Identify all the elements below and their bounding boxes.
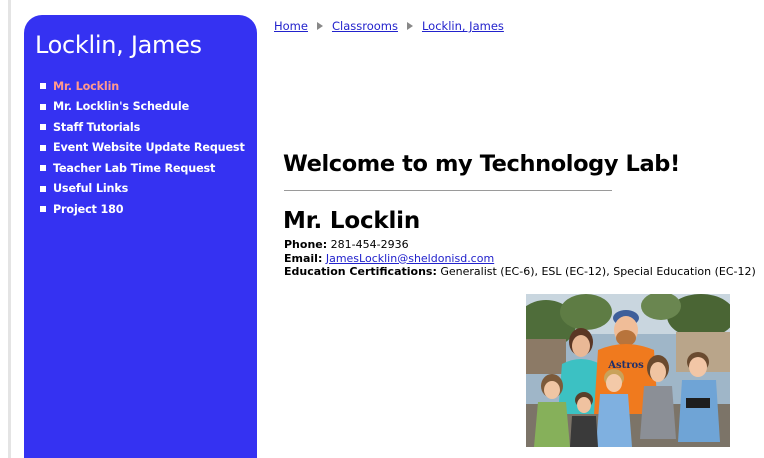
family-photo: Astros [526, 294, 730, 447]
certifications-line: Education Certifications: Generalist (EC… [284, 265, 756, 279]
sidebar-item-label: Staff Tutorials [53, 120, 141, 134]
certifications-value: Generalist (EC-6), ESL (EC-12), Special … [440, 265, 756, 278]
square-bullet-icon [40, 83, 46, 90]
square-bullet-icon [40, 103, 46, 110]
square-bullet-icon [40, 144, 46, 151]
sidebar: Locklin, James Mr. Locklin Mr. Locklin's… [24, 15, 257, 458]
breadcrumb: Home Classrooms Locklin, James [274, 19, 504, 33]
sidebar-item-project-180[interactable]: Project 180 [40, 199, 245, 220]
sidebar-item-label: Mr. Locklin [53, 79, 120, 93]
phone-value: 281-454-2936 [330, 238, 409, 251]
family-photo-illustration: Astros [526, 294, 730, 447]
square-bullet-icon [40, 165, 46, 172]
sidebar-item-label: Useful Links [53, 182, 129, 196]
page: Locklin, James Mr. Locklin Mr. Locklin's… [0, 0, 764, 458]
breadcrumb-arrow-icon [406, 22, 413, 30]
sidebar-item-mr-locklin[interactable]: Mr. Locklin [40, 76, 245, 97]
breadcrumb-locklin-link[interactable]: Locklin, James [422, 19, 504, 33]
title-divider [284, 190, 612, 191]
square-bullet-icon [40, 206, 46, 213]
sidebar-item-useful-links[interactable]: Useful Links [40, 179, 245, 200]
contact-info: Phone: 281-454-2936 Email: JamesLocklin@… [284, 238, 756, 279]
sidebar-item-schedule[interactable]: Mr. Locklin's Schedule [40, 97, 245, 118]
square-bullet-icon [40, 185, 46, 192]
email-link[interactable]: JamesLocklin@sheldonisd.com [326, 252, 494, 265]
sidebar-item-label: Teacher Lab Time Request [53, 161, 216, 175]
breadcrumb-home-link[interactable]: Home [274, 19, 308, 33]
page-title: Welcome to my Technology Lab! [283, 151, 680, 177]
teacher-name: Mr. Locklin [283, 208, 421, 234]
certifications-label: Education Certifications: [284, 265, 437, 278]
breadcrumb-classrooms-link[interactable]: Classrooms [332, 19, 398, 33]
left-border [8, 0, 11, 458]
sidebar-item-staff-tutorials[interactable]: Staff Tutorials [40, 117, 245, 138]
sidebar-item-label: Event Website Update Request [53, 141, 245, 155]
phone-label: Phone: [284, 238, 328, 251]
sidebar-item-lab-time-request[interactable]: Teacher Lab Time Request [40, 158, 245, 179]
square-bullet-icon [40, 124, 46, 131]
email-label: Email: [284, 251, 323, 265]
sidebar-title: Locklin, James [35, 31, 202, 59]
sidebar-item-label: Project 180 [53, 202, 124, 216]
breadcrumb-arrow-icon [316, 22, 323, 30]
phone-line: Phone: 281-454-2936 [284, 238, 756, 252]
sidebar-item-label: Mr. Locklin's Schedule [53, 100, 190, 114]
sidebar-item-event-website-update[interactable]: Event Website Update Request [40, 138, 245, 159]
sidebar-nav: Mr. Locklin Mr. Locklin's Schedule Staff… [40, 76, 245, 220]
email-line: Email: JamesLocklin@sheldonisd.com [284, 252, 756, 266]
